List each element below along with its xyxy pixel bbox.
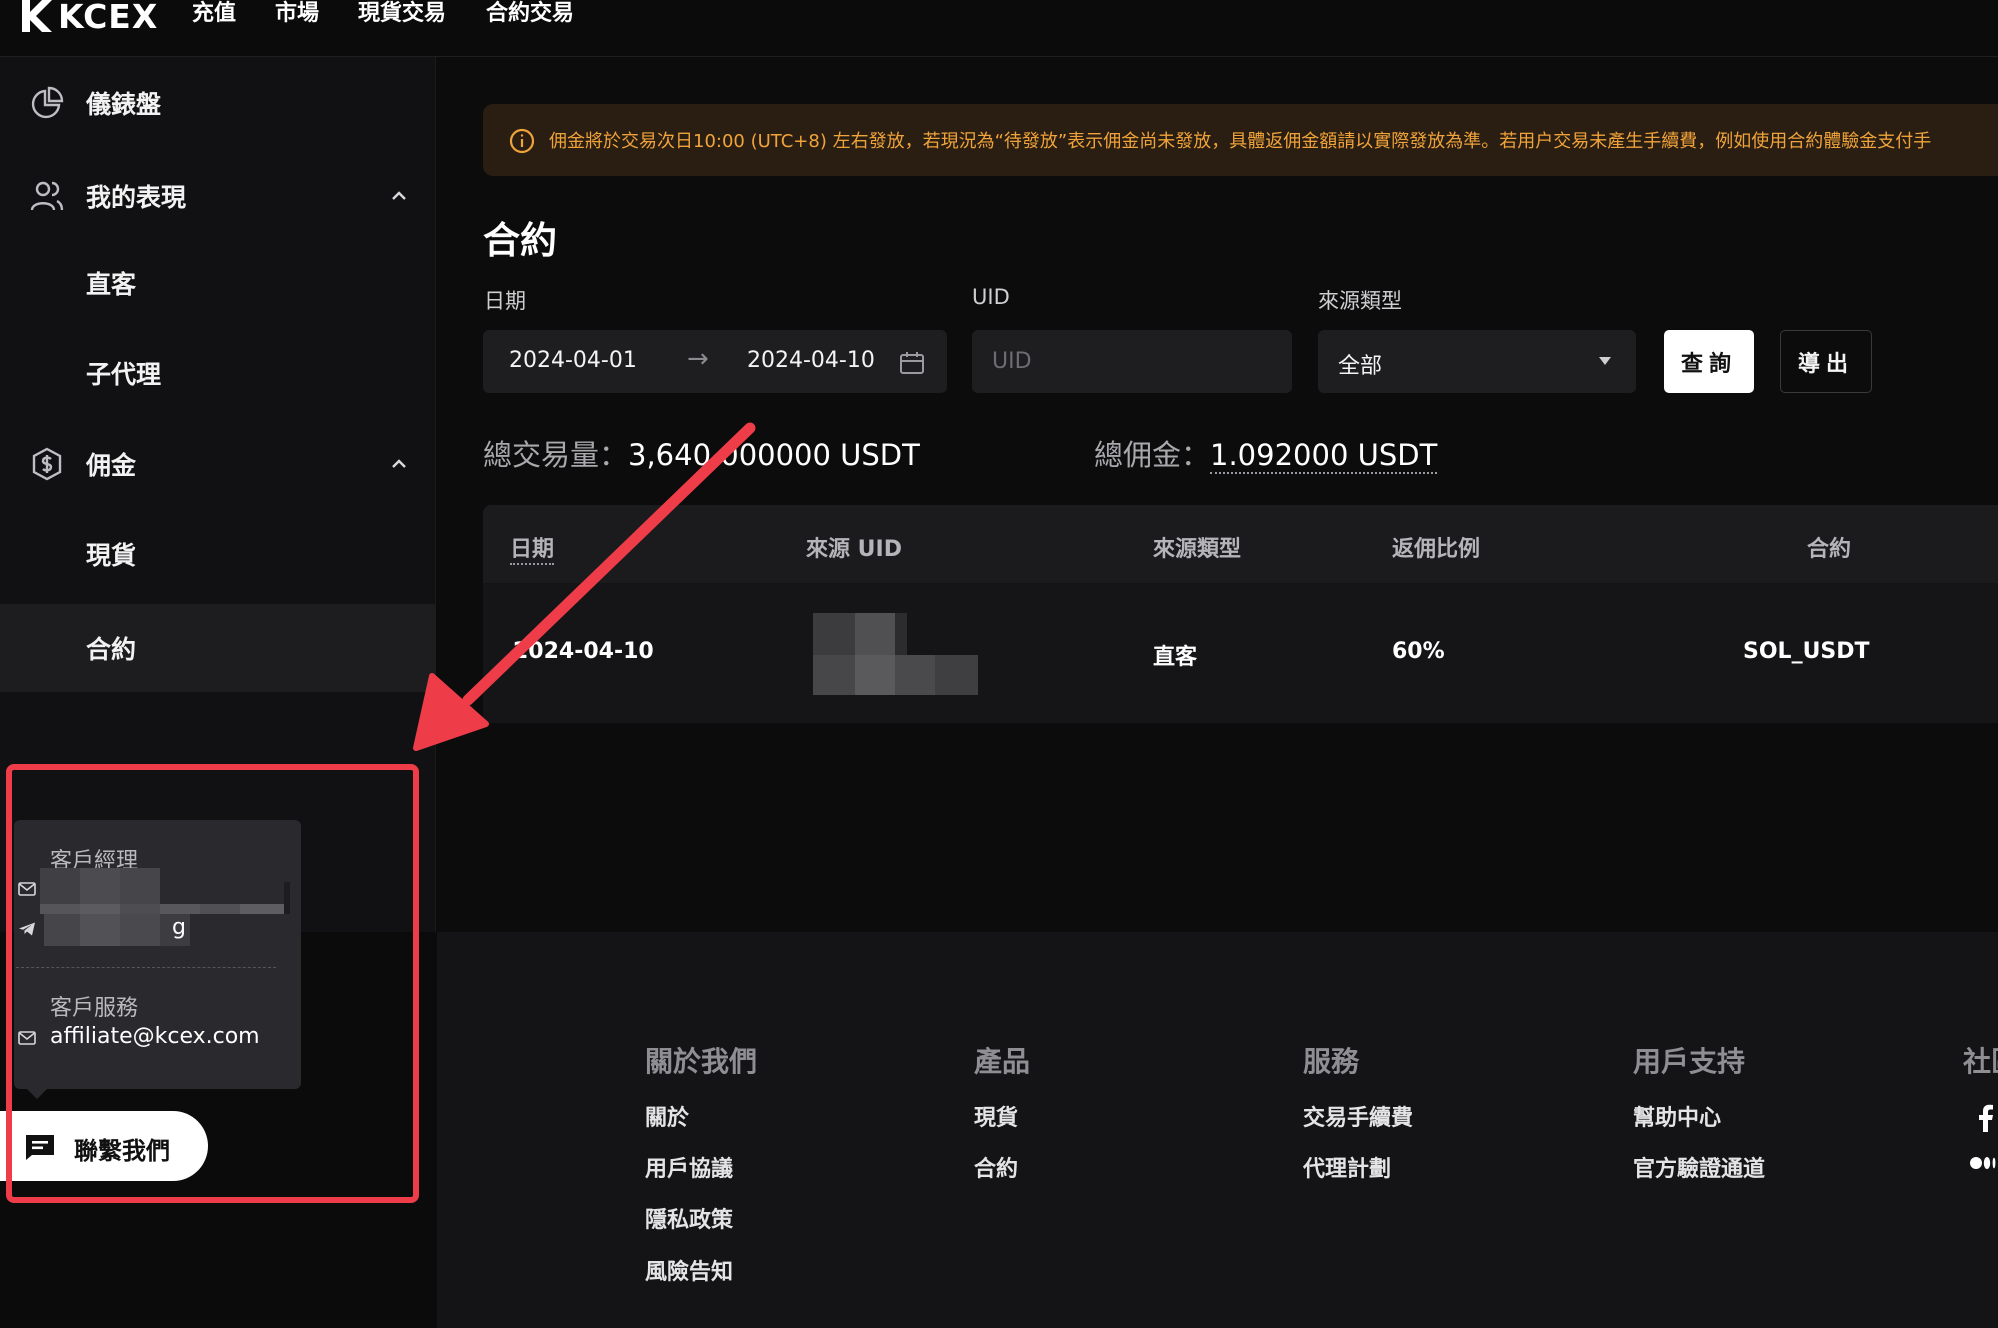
table-row[interactable]: 2024-04-10 直客 60% SOL_USDT bbox=[483, 583, 1998, 723]
sidebar-item-sub-agents[interactable]: 子代理 bbox=[0, 329, 436, 417]
sidebar-item-label: 我的表現 bbox=[86, 183, 187, 212]
row-commission-ratio: 60% bbox=[1392, 639, 1445, 664]
pie-chart-icon bbox=[31, 86, 64, 119]
source-type-value: 全部 bbox=[1338, 354, 1383, 379]
sidebar-item-my-performance[interactable]: 我的表現 bbox=[0, 152, 436, 240]
footer-link-spot[interactable]: 現貨 bbox=[974, 1100, 1018, 1132]
sidebar-item-commission[interactable]: 佣金 bbox=[0, 420, 436, 508]
footer-link-affiliate-program[interactable]: 代理計劃 bbox=[1303, 1151, 1391, 1183]
main-content bbox=[437, 57, 1998, 932]
total-volume-summary: 總交易量：3,640.000000 USDT bbox=[483, 432, 920, 474]
sidebar-item-direct-clients[interactable]: 直客 bbox=[0, 239, 436, 327]
export-button[interactable]: 導出 bbox=[1780, 330, 1872, 393]
page-title: 合約 bbox=[483, 219, 557, 262]
commission-notice-banner: 佣金將於交易次日10:00 (UTC+8) 左右發放，若現況為“待發放”表示佣金… bbox=[483, 104, 1998, 176]
footer-link-privacy-policy[interactable]: 隱私政策 bbox=[645, 1202, 733, 1234]
sidebar-item-label: 子代理 bbox=[86, 360, 162, 389]
row-source-type: 直客 bbox=[1153, 645, 1198, 670]
footer-link-user-agreement[interactable]: 用戶協議 bbox=[645, 1151, 733, 1183]
footer-column-title-products: 產品 bbox=[974, 1045, 1031, 1078]
sidebar-item-label: 合約 bbox=[86, 635, 137, 664]
total-volume-value: 3,640.000000 USDT bbox=[628, 438, 920, 472]
notice-text: 佣金將於交易次日10:00 (UTC+8) 左右發放，若現況為“待發放”表示佣金… bbox=[549, 131, 1932, 152]
footer-link-risk-disclosure[interactable]: 風險告知 bbox=[645, 1254, 733, 1286]
commission-table-header: 日期 來源 UID 來源類型 返佣比例 合約 bbox=[483, 505, 1998, 583]
facebook-icon[interactable] bbox=[1978, 1104, 1994, 1132]
redacted-uid-pixelation bbox=[813, 613, 978, 695]
sidebar-item-label: 直客 bbox=[86, 270, 137, 299]
footer-column-title-about: 關於我們 bbox=[645, 1045, 758, 1078]
footer-link-about[interactable]: 關於 bbox=[645, 1100, 689, 1132]
footer-link-futures[interactable]: 合約 bbox=[974, 1151, 1018, 1183]
uid-filter-label: UID bbox=[972, 285, 1010, 309]
total-volume-label: 總交易量： bbox=[483, 438, 629, 472]
date-start-input[interactable]: 2024-04-01 bbox=[509, 348, 637, 373]
nav-spot-trading[interactable]: 現貨交易 bbox=[358, 0, 446, 30]
nav-deposit[interactable]: 充值 bbox=[192, 0, 236, 30]
query-button[interactable]: 查詢 bbox=[1664, 330, 1754, 393]
row-contract: SOL_USDT bbox=[1743, 639, 1870, 664]
total-commission-summary: 總佣金：1.092000 USDT bbox=[1094, 432, 1438, 474]
top-navigation: KCEX 充值 市場 現貨交易 合約交易 bbox=[0, 0, 1998, 57]
nav-futures-trading[interactable]: 合約交易 bbox=[486, 0, 574, 30]
calendar-icon[interactable] bbox=[899, 350, 925, 376]
source-type-filter-label: 來源類型 bbox=[1318, 289, 1402, 313]
column-header-date[interactable]: 日期 bbox=[510, 531, 555, 565]
sidebar-item-label: 儀錶盤 bbox=[86, 90, 162, 119]
arrow-right-icon: → bbox=[687, 344, 709, 374]
medium-icon[interactable] bbox=[1970, 1156, 1998, 1170]
sidebar-item-dashboard[interactable]: 儀錶盤 bbox=[0, 59, 436, 147]
footer-column-title-support: 用戶支持 bbox=[1633, 1045, 1746, 1078]
chevron-up-icon[interactable] bbox=[388, 453, 410, 475]
footer-column-title-services: 服務 bbox=[1303, 1045, 1360, 1078]
column-header-commission-ratio: 返佣比例 bbox=[1392, 537, 1481, 562]
column-header-source-type: 來源類型 bbox=[1153, 537, 1242, 562]
chevron-up-icon[interactable] bbox=[388, 185, 410, 207]
brand-name: KCEX bbox=[58, 0, 159, 36]
total-commission-label: 總佣金： bbox=[1094, 438, 1211, 472]
kcex-logo[interactable]: KCEX bbox=[20, 0, 158, 34]
date-end-input[interactable]: 2024-04-10 bbox=[747, 348, 875, 373]
caret-down-icon bbox=[1599, 357, 1611, 365]
kcex-logo-icon bbox=[22, 0, 52, 32]
column-header-source-uid: 來源 UID bbox=[806, 537, 902, 562]
date-filter-label: 日期 bbox=[484, 289, 526, 313]
footer-link-official-verification[interactable]: 官方驗證通道 bbox=[1633, 1151, 1765, 1183]
row-date: 2024-04-10 bbox=[513, 639, 654, 664]
footer-column-title-community: 社區 bbox=[1963, 1045, 1998, 1078]
sidebar-item-futures[interactable]: 合約 bbox=[0, 604, 436, 692]
nav-markets[interactable]: 市場 bbox=[275, 0, 319, 30]
sidebar-item-label: 佣金 bbox=[86, 451, 137, 480]
annotation-highlight-box bbox=[6, 764, 419, 1203]
sidebar-item-label: 現貨 bbox=[86, 541, 137, 570]
total-commission-value[interactable]: 1.092000 USDT bbox=[1210, 438, 1438, 474]
users-icon bbox=[30, 181, 64, 211]
info-icon bbox=[509, 128, 535, 154]
sidebar-item-spot[interactable]: 現貨 bbox=[0, 510, 436, 598]
source-type-select[interactable]: 全部 bbox=[1318, 330, 1636, 393]
date-range-picker[interactable]: 2024-04-01 → 2024-04-10 bbox=[483, 330, 947, 393]
footer-link-trading-fees[interactable]: 交易手續費 bbox=[1303, 1100, 1413, 1132]
uid-input[interactable] bbox=[972, 330, 1292, 393]
dollar-shield-icon bbox=[32, 447, 62, 481]
footer-link-help-center[interactable]: 幫助中心 bbox=[1633, 1100, 1721, 1132]
column-header-contract: 合約 bbox=[1807, 537, 1852, 562]
